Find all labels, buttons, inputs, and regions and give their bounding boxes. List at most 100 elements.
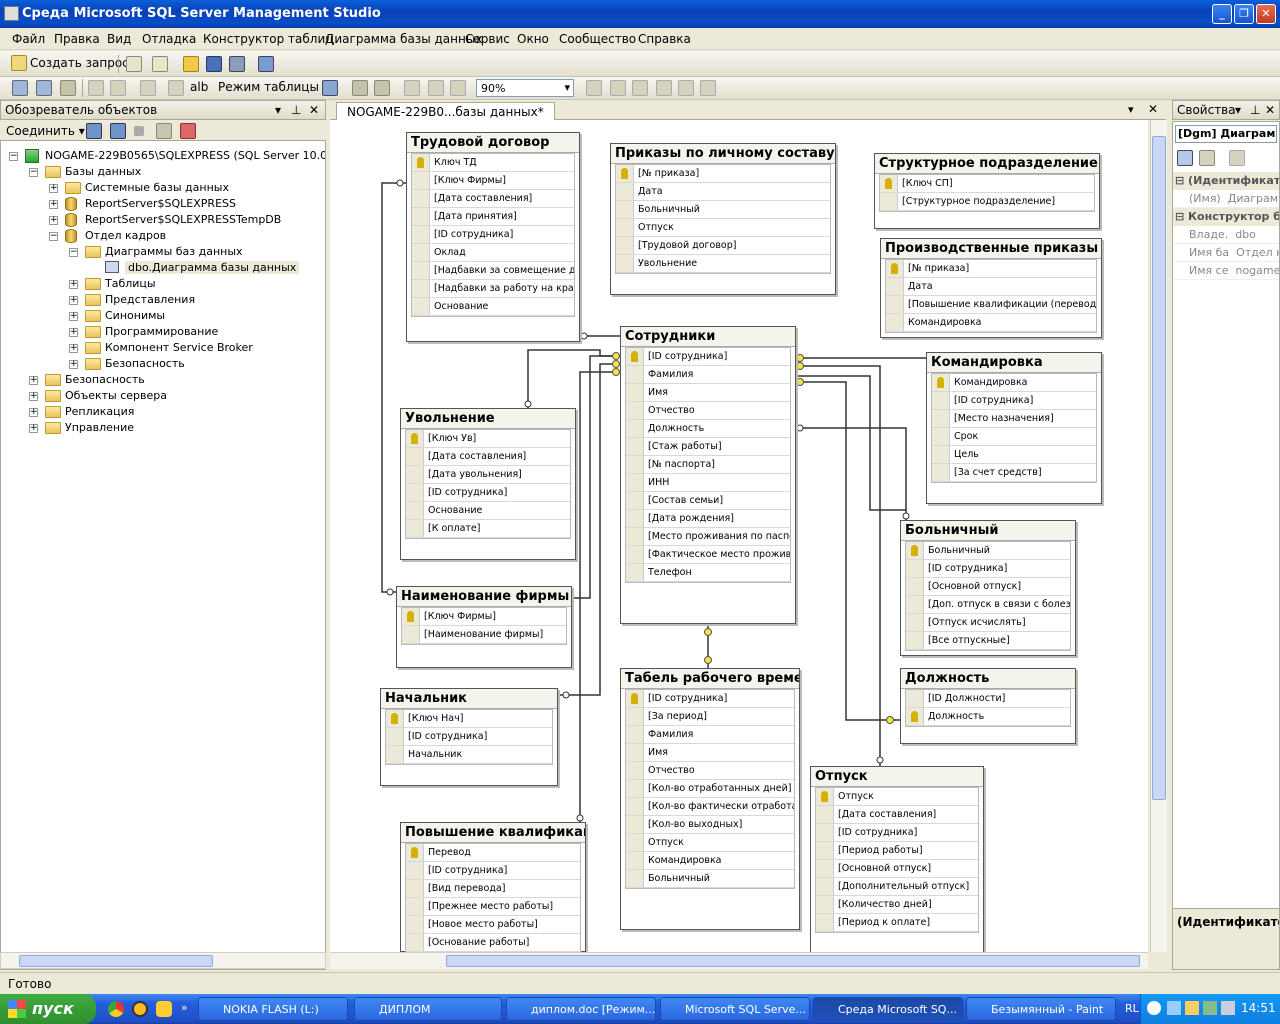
quicklaunch-more-icon[interactable]: » [181,1001,188,1014]
row-selector[interactable] [626,348,644,365]
pin-icon[interactable]: ⊥ [291,103,301,117]
row-selector[interactable] [626,762,644,779]
column-row[interactable]: Цель [932,446,1096,464]
relationship-line[interactable] [796,381,900,721]
column-row[interactable]: [ID сотрудника] [386,728,552,746]
row-selector[interactable] [412,262,430,279]
column-row[interactable]: [Кол-во выходных] [626,816,794,834]
autosize-table-icon[interactable] [374,80,390,96]
property-row[interactable]: Имя ба Отдел кад [1173,244,1279,262]
diagram-table[interactable]: Табель рабочего времени [ID сотрудника] [З… [620,668,800,930]
scroll-thumb[interactable] [19,955,213,967]
column-row[interactable]: [Все отпускные] [906,632,1070,650]
filter-icon[interactable] [156,123,172,139]
row-selector[interactable] [626,366,644,383]
expand-icon[interactable]: + [69,296,78,305]
row-selector[interactable] [626,402,644,419]
row-selector[interactable] [816,806,834,823]
table-title[interactable]: Повышение квалификации [401,823,585,843]
tree-node[interactable]: + Компонент Service Broker [1,340,325,356]
row-selector[interactable] [406,466,424,483]
tray-volume-icon[interactable] [1221,1001,1235,1015]
column-row[interactable]: [Надбавки за совмещение до... [412,262,574,280]
remove-from-diagram-icon[interactable] [110,80,126,96]
column-row[interactable]: [№ паспорта] [626,456,790,474]
column-row[interactable]: [Период работы] [816,842,978,860]
row-selector[interactable] [932,464,950,481]
relationship-line[interactable] [796,375,906,511]
row-selector[interactable] [932,374,950,391]
open-folder-icon[interactable] [183,56,199,72]
object-explorer-hscroll[interactable] [0,952,326,969]
properties-object-select[interactable]: [Dgm] Диаграм [1175,125,1277,143]
column-row[interactable]: [Повышение квалификации (перевод)] [886,296,1096,314]
table-title[interactable]: Больничный [901,521,1075,541]
categorized-icon[interactable] [1177,150,1193,166]
column-row[interactable]: [Доп. отпуск в связи с болез... [906,596,1070,614]
new-file-icon[interactable] [126,56,142,72]
column-row[interactable]: [Структурное подразделение] [880,193,1094,211]
row-selector[interactable] [626,798,644,815]
expand-icon[interactable]: + [69,328,78,337]
diagram-hscroll[interactable] [330,952,1148,969]
expand-icon[interactable]: + [29,392,38,401]
row-selector[interactable] [906,596,924,613]
tree-node[interactable]: + Системные базы данных [1,180,325,196]
column-row[interactable]: Фамилия [626,366,790,384]
column-row[interactable]: Отпуск [816,788,978,806]
column-row[interactable]: [Основание работы] [406,934,580,952]
column-row[interactable]: [Дополнительный отпуск] [816,878,978,896]
column-row[interactable]: [Надбавки за работу на край... [412,280,574,298]
diagram-table[interactable]: Приказы по личному составу [№ приказа] Дат… [610,143,836,295]
maximize-button[interactable]: ❐ [1234,4,1254,24]
column-row[interactable]: Отпуск [626,834,794,852]
table-title[interactable]: Должность [901,669,1075,689]
print-icon[interactable] [229,56,245,72]
property-row[interactable]: Владе. dbo [1173,226,1279,244]
diagram-table[interactable]: Начальник [Ключ Нач] [ID сотрудника] Началь… [380,688,558,786]
relationship-line[interactable] [796,427,907,520]
arrange-tables-icon[interactable] [352,80,368,96]
set-primary-key-icon[interactable] [168,80,184,96]
expand-icon[interactable]: + [49,184,58,193]
column-row[interactable]: [Ключ Нач] [386,710,552,728]
task-diplom-folder[interactable]: ДИПЛОМ [354,997,502,1021]
row-selector[interactable] [880,193,898,210]
menu-file[interactable]: Файл [12,32,45,46]
column-row[interactable]: [Вид перевода] [406,880,580,898]
row-selector[interactable] [412,208,430,225]
row-selector[interactable] [616,183,634,200]
column-row[interactable]: [ID сотрудника] [412,226,574,244]
tree-node[interactable]: + Синонимы [1,308,325,324]
view-options-icon[interactable] [700,80,716,96]
column-row[interactable]: [ID сотрудника] [406,484,570,502]
tray-user-icon[interactable] [1167,1001,1181,1015]
table-title[interactable]: Трудовой договор [407,133,579,153]
column-row[interactable]: [Состав семьи] [626,492,790,510]
diagram-table[interactable]: Отпуск Отпуск [Дата составления] [ID сотруд… [810,766,984,952]
alphabetical-icon[interactable] [1199,150,1215,166]
menu-help[interactable]: Справка [638,32,691,46]
column-row[interactable]: [Дата составления] [412,190,574,208]
menu-community[interactable]: Сообщество [559,32,636,46]
add-related-tables-icon[interactable] [60,80,76,96]
column-row[interactable]: [Ключ Фирмы] [412,172,574,190]
window-title-bar[interactable]: Среда Microsoft SQL Server Management St… [0,0,1280,28]
column-row[interactable]: [Период к оплате] [816,914,978,932]
panel-menu-icon[interactable]: ▾ [1235,103,1241,117]
manage-xml-indexes-icon[interactable] [632,80,648,96]
diagram-table[interactable]: Увольнение [Ключ Ув] [Дата составления] [Да… [400,408,576,560]
column-row[interactable]: [ID сотрудника] [626,690,794,708]
row-selector[interactable] [626,438,644,455]
close-button[interactable]: ✕ [1256,4,1276,24]
row-selector[interactable] [816,860,834,877]
row-selector[interactable] [626,834,644,851]
diagram-table[interactable]: Структурное подразделение [Ключ СП] [Струк… [874,153,1100,229]
tree-node[interactable]: + ReportServer$SQLEXPRESSTempDB [1,212,325,228]
column-row[interactable]: [Кол-во отработанных дней] [626,780,794,798]
menu-debug[interactable]: Отладка [142,32,196,46]
row-selector[interactable] [412,244,430,261]
menu-database-diagram[interactable]: Диаграмма базы данных [325,32,482,46]
row-selector[interactable] [406,844,424,861]
task-paint[interactable]: Безымянный - Paint [966,997,1116,1021]
